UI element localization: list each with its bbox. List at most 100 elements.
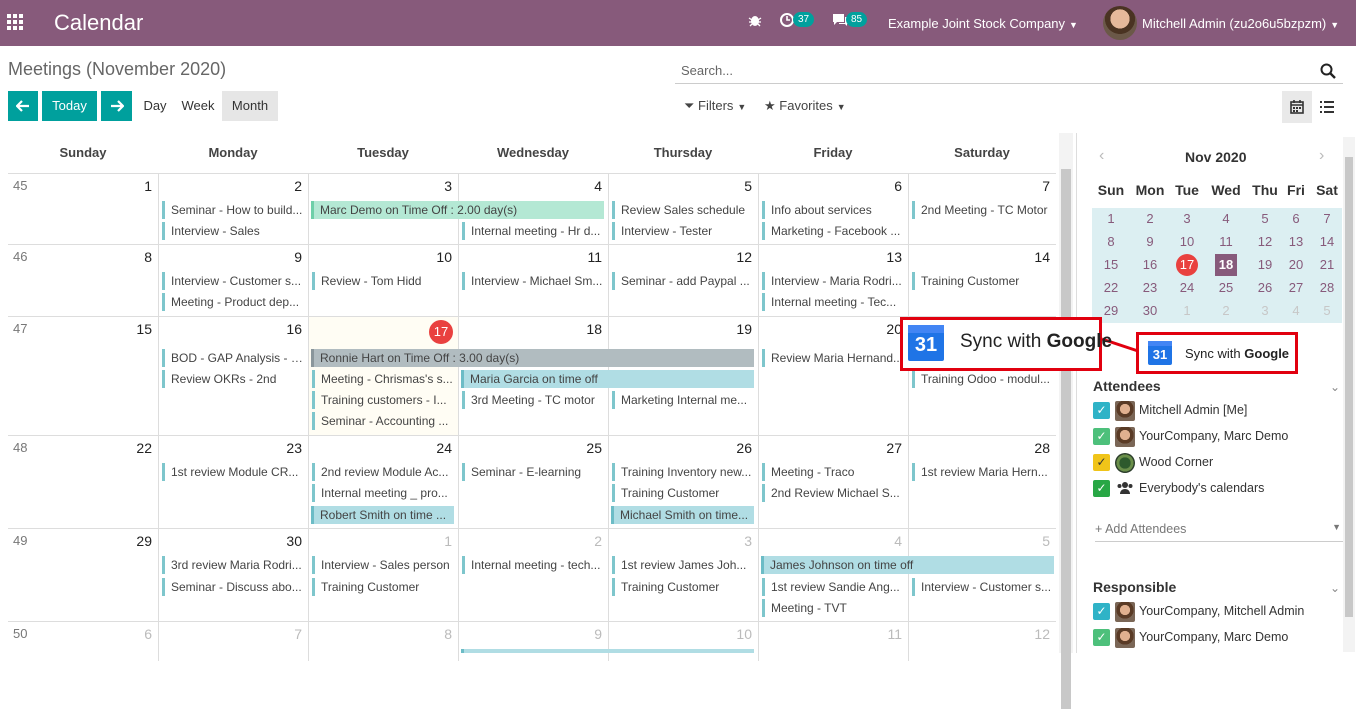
mini-cal-day[interactable]: 22 — [1094, 277, 1128, 299]
mini-cal-selected-day[interactable]: 18 — [1215, 254, 1237, 276]
calendar-event[interactable]: 3rd review Maria Rodri... — [162, 556, 304, 574]
favorites-dropdown[interactable]: ★ Favorites ▼ — [764, 98, 846, 114]
calendar-event[interactable]: Marketing Internal me... — [612, 391, 754, 409]
calendar-event[interactable]: Seminar - E-learning — [462, 463, 604, 481]
calendar-view-switch[interactable] — [1282, 91, 1312, 123]
checkbox-icon[interactable]: ✓ — [1093, 428, 1110, 445]
day-cell[interactable]: 6 — [8, 622, 158, 661]
mini-cal-day[interactable]: 11 — [1209, 231, 1243, 253]
calendar-event[interactable]: Interview - Maria Rodri... — [762, 272, 904, 290]
user-menu[interactable]: Mitchell Admin (zu2o6u5bzpzm) ▼ — [1142, 16, 1339, 31]
calendar-event[interactable]: 3rd Meeting - TC motor — [462, 391, 604, 409]
mini-cal-day[interactable]: 21 — [1310, 254, 1344, 276]
calendar-event-partial[interactable] — [461, 649, 754, 653]
mini-cal-day[interactable]: 25 — [1209, 277, 1243, 299]
calendar-event[interactable]: 2nd Meeting - TC Motor — [912, 201, 1052, 219]
day-cell[interactable]: 27 — [758, 436, 908, 528]
apps-menu-icon[interactable] — [7, 14, 23, 30]
view-week-button[interactable]: Week — [176, 91, 220, 121]
chevron-down-icon[interactable]: ⌄ — [1330, 581, 1340, 595]
scrollbar-thumb[interactable] — [1061, 169, 1071, 709]
checkbox-icon[interactable]: ✓ — [1093, 402, 1110, 419]
day-cell[interactable]: 25 — [458, 436, 608, 528]
calendar-event[interactable]: Michael Smith on time... — [611, 506, 754, 524]
mini-cal-day[interactable]: 2 — [1133, 208, 1167, 230]
mini-cal-day[interactable]: 28 — [1310, 277, 1344, 299]
calendar-event[interactable]: Marc Demo on Time Off : 2.00 day(s) — [311, 201, 604, 219]
calendar-event[interactable]: BOD - GAP Analysis - 1... — [162, 349, 304, 367]
calendar-event[interactable]: Info about services — [762, 201, 904, 219]
checkbox-icon[interactable]: ✓ — [1093, 629, 1110, 646]
mini-cal-day[interactable]: 7 — [1310, 208, 1344, 230]
sidebar-scrollbar[interactable] — [1343, 137, 1355, 652]
mini-cal-day[interactable]: 14 — [1310, 231, 1344, 253]
calendar-event[interactable]: James Johnson on time off — [761, 556, 1054, 574]
calendar-event[interactable]: Interview - Sales person — [312, 556, 454, 574]
mini-cal-day[interactable]: 10 — [1170, 231, 1204, 253]
checkbox-icon[interactable]: ✓ — [1093, 454, 1110, 471]
today-button[interactable]: Today — [42, 91, 97, 121]
calendar-event[interactable]: Training customers - I... — [312, 391, 454, 409]
day-cell[interactable]: 11 — [758, 622, 908, 661]
calendar-event[interactable]: Internal meeting - Tec... — [762, 293, 904, 311]
calendar-event[interactable]: 2nd Review Michael S... — [762, 484, 904, 502]
mini-cal-day[interactable]: 8 — [1094, 231, 1128, 253]
calendar-event[interactable]: Seminar - add Paypal ... — [612, 272, 754, 290]
mini-cal-day[interactable]: 3 — [1248, 300, 1282, 322]
calendar-scrollbar[interactable] — [1059, 133, 1073, 709]
next-button[interactable] — [101, 91, 132, 121]
mini-cal-next-button[interactable]: › — [1319, 147, 1324, 165]
mini-cal-day[interactable]: 15 — [1094, 254, 1128, 276]
mini-cal-day[interactable]: 6 — [1279, 208, 1313, 230]
debug-bug-icon[interactable] — [747, 12, 763, 32]
calendar-event[interactable]: Maria Garcia on time off — [461, 370, 754, 388]
calendar-event[interactable]: Interview - Customer s... — [162, 272, 304, 290]
calendar-event[interactable]: 1st review Maria Hern... — [912, 463, 1052, 481]
day-cell[interactable]: 7 — [158, 622, 308, 661]
calendar-event[interactable]: Meeting - TVT — [762, 599, 904, 617]
calendar-event[interactable]: Interview - Michael Sm... — [462, 272, 604, 290]
mini-cal-today[interactable]: 17 — [1176, 254, 1198, 276]
day-cell[interactable]: 1 — [308, 529, 458, 621]
day-cell[interactable]: 28 — [908, 436, 1056, 528]
mini-cal-day[interactable]: 9 — [1133, 231, 1167, 253]
mini-cal-day[interactable]: 23 — [1133, 277, 1167, 299]
calendar-event[interactable]: Seminar - Discuss abo... — [162, 578, 304, 596]
calendar-event[interactable]: Ronnie Hart on Time Off : 3.00 day(s) — [311, 349, 754, 367]
calendar-event[interactable]: Seminar - How to build... — [162, 201, 304, 219]
checkbox-icon[interactable]: ✓ — [1093, 603, 1110, 620]
day-cell[interactable]: 20 — [758, 317, 908, 435]
calendar-event[interactable]: 1st review Sandie Ang... — [762, 578, 904, 596]
calendar-event[interactable]: Interview - Tester — [612, 222, 754, 240]
view-day-button[interactable]: Day — [138, 91, 172, 121]
calendar-event[interactable]: Review OKRs - 2nd — [162, 370, 304, 388]
mini-cal-day[interactable]: 4 — [1279, 300, 1313, 322]
add-attendees-input[interactable]: + Add Attendees ▼ — [1095, 522, 1343, 542]
calendar-event[interactable]: 1st review James Joh... — [612, 556, 754, 574]
calendar-event[interactable]: Meeting - Product dep... — [162, 293, 304, 311]
calendar-event[interactable]: Seminar - Accounting ... — [312, 412, 454, 430]
mini-cal-day[interactable]: 5 — [1310, 300, 1344, 322]
calendar-event[interactable]: Interview - Sales — [162, 222, 304, 240]
filters-dropdown[interactable]: ⏷ Filters ▼ — [684, 98, 746, 114]
mini-cal-day[interactable]: 26 — [1248, 277, 1282, 299]
calendar-event[interactable]: Interview - Customer s... — [912, 578, 1052, 596]
mini-cal-day[interactable]: 5 — [1248, 208, 1282, 230]
mini-cal-day[interactable]: 2 — [1209, 300, 1243, 322]
day-cell[interactable]: 3 — [608, 529, 758, 621]
day-cell[interactable]: 5 — [908, 529, 1056, 621]
mini-cal-day[interactable]: 20 — [1279, 254, 1313, 276]
mini-cal-day[interactable]: 4 — [1209, 208, 1243, 230]
calendar-event[interactable]: Review Sales schedule — [612, 201, 754, 219]
calendar-event[interactable]: Internal meeting _ pro... — [312, 484, 454, 502]
mini-cal-day[interactable]: 27 — [1279, 277, 1313, 299]
calendar-event[interactable]: Meeting - Chrismas's s... — [312, 370, 454, 388]
scrollbar-thumb[interactable] — [1345, 157, 1353, 617]
mini-cal-day[interactable]: 1 — [1170, 300, 1204, 322]
search-icon[interactable] — [1320, 63, 1336, 79]
day-cell[interactable]: 8 — [8, 245, 158, 316]
sync-google-button[interactable]: 31 Sync with Google — [1136, 332, 1298, 374]
calendar-event[interactable]: Internal meeting - tech... — [462, 556, 604, 574]
company-switcher[interactable]: Example Joint Stock Company ▼ — [888, 16, 1078, 31]
mini-cal-day[interactable]: 3 — [1170, 208, 1204, 230]
